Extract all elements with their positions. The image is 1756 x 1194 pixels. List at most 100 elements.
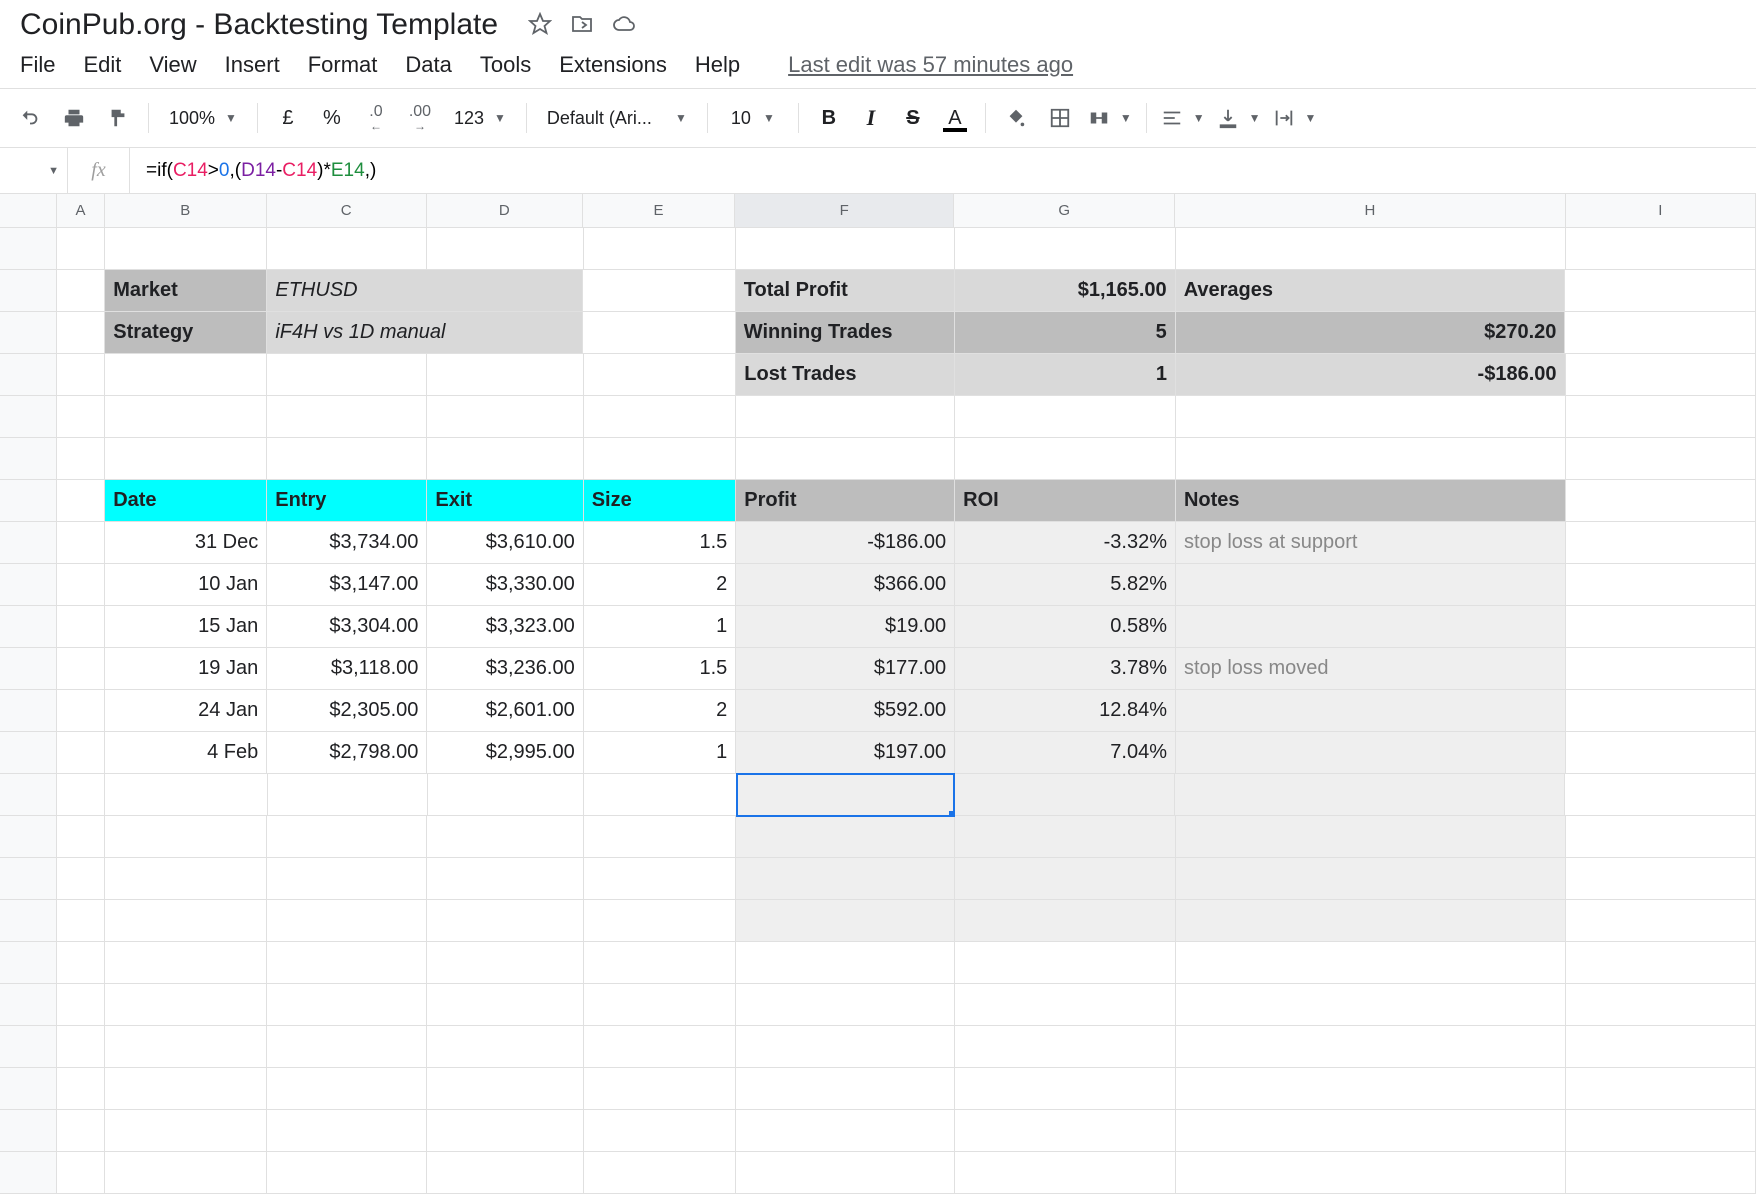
col-header[interactable]: G (954, 194, 1175, 227)
cell-exit[interactable]: $3,236.00 (427, 648, 583, 690)
text-wrap-dropdown[interactable]: ▼ (1269, 107, 1321, 129)
cell[interactable] (584, 396, 737, 438)
value-strategy[interactable]: iF4H vs 1D manual (267, 312, 583, 354)
cell[interactable] (583, 270, 736, 312)
paint-format-button[interactable] (98, 98, 138, 138)
cell[interactable] (105, 774, 267, 816)
cell[interactable] (955, 1026, 1176, 1068)
row-header[interactable] (0, 438, 57, 480)
row-header[interactable] (0, 1026, 57, 1068)
cell-size[interactable]: 2 (584, 564, 737, 606)
cell[interactable] (57, 1026, 105, 1068)
cell[interactable] (57, 900, 105, 942)
cell[interactable] (583, 312, 736, 354)
cell[interactable] (1176, 942, 1566, 984)
cell-date[interactable]: 31 Dec (105, 522, 267, 564)
value-market[interactable]: ETHUSD (267, 270, 583, 312)
cell[interactable] (427, 858, 583, 900)
row-header[interactable] (0, 900, 57, 942)
cell[interactable] (57, 858, 105, 900)
cell[interactable] (1565, 312, 1756, 354)
vertical-align-dropdown[interactable]: ▼ (1213, 107, 1265, 129)
print-button[interactable] (54, 98, 94, 138)
cell[interactable] (57, 606, 105, 648)
cell[interactable] (1565, 270, 1756, 312)
cell[interactable] (584, 1068, 737, 1110)
cell[interactable] (105, 396, 267, 438)
cell[interactable] (57, 648, 105, 690)
cell[interactable] (1176, 900, 1566, 942)
cell[interactable] (955, 1152, 1176, 1194)
cell-notes[interactable] (1176, 606, 1566, 648)
cell-profit[interactable]: $366.00 (736, 564, 955, 606)
cell[interactable] (955, 1068, 1176, 1110)
cell[interactable] (267, 984, 427, 1026)
value-lost-avg[interactable]: -$186.00 (1176, 354, 1566, 396)
cell[interactable] (1176, 1152, 1566, 1194)
select-all-corner[interactable] (0, 194, 57, 227)
italic-button[interactable]: I (851, 98, 891, 138)
cell[interactable] (736, 1110, 955, 1152)
cell-notes[interactable]: stop loss moved (1176, 648, 1566, 690)
cell[interactable] (57, 564, 105, 606)
cell[interactable] (584, 774, 737, 816)
cell[interactable] (267, 1026, 427, 1068)
cell[interactable] (427, 1068, 583, 1110)
cell[interactable] (736, 984, 955, 1026)
cell[interactable] (736, 1152, 955, 1194)
cell[interactable] (105, 816, 267, 858)
cell[interactable] (955, 816, 1176, 858)
row-header[interactable] (0, 648, 57, 690)
cell[interactable] (57, 942, 105, 984)
cell[interactable] (57, 690, 105, 732)
cell[interactable] (584, 228, 737, 270)
cell[interactable] (1566, 984, 1756, 1026)
cell[interactable] (1176, 1026, 1566, 1068)
cell[interactable] (57, 438, 105, 480)
cell-roi[interactable]: 3.78% (955, 648, 1176, 690)
menu-help[interactable]: Help (695, 52, 740, 78)
cell[interactable] (1566, 816, 1756, 858)
cell[interactable] (267, 354, 427, 396)
cell-notes[interactable]: stop loss at support (1176, 522, 1566, 564)
decrease-decimal-button[interactable]: .0 ← (356, 98, 396, 138)
cell[interactable] (1566, 1110, 1756, 1152)
fill-handle[interactable] (949, 811, 955, 817)
cell-roi[interactable]: 5.82% (955, 564, 1176, 606)
menu-view[interactable]: View (149, 52, 196, 78)
col-header[interactable]: E (583, 194, 735, 227)
active-cell[interactable] (736, 773, 955, 817)
cell[interactable] (736, 858, 955, 900)
th-entry[interactable]: Entry (267, 480, 427, 522)
cell[interactable] (267, 816, 427, 858)
cell[interactable] (584, 1152, 737, 1194)
move-icon[interactable] (570, 12, 594, 39)
row-header[interactable] (0, 858, 57, 900)
cell[interactable] (57, 984, 105, 1026)
fill-color-button[interactable] (996, 98, 1036, 138)
cell-entry[interactable]: $3,118.00 (267, 648, 427, 690)
value-total-profit[interactable]: $1,165.00 (955, 270, 1176, 312)
cell[interactable] (428, 774, 585, 816)
cell[interactable] (1176, 984, 1566, 1026)
cell-exit[interactable]: $3,323.00 (427, 606, 583, 648)
row-header[interactable] (0, 774, 57, 816)
th-notes[interactable]: Notes (1176, 480, 1566, 522)
row-header[interactable] (0, 564, 57, 606)
cell[interactable] (584, 438, 737, 480)
row-header[interactable] (0, 1110, 57, 1152)
cell[interactable] (955, 396, 1176, 438)
row-header[interactable] (0, 396, 57, 438)
cell[interactable] (105, 942, 267, 984)
cell[interactable] (1566, 1152, 1756, 1194)
cell[interactable] (584, 984, 737, 1026)
cell[interactable] (1176, 816, 1566, 858)
value-winning-count[interactable]: 5 (955, 312, 1176, 354)
cell[interactable] (57, 270, 105, 312)
row-header[interactable] (0, 690, 57, 732)
cell-notes[interactable] (1176, 690, 1566, 732)
col-header[interactable]: A (57, 194, 105, 227)
cell-date[interactable]: 4 Feb (105, 732, 267, 774)
borders-button[interactable] (1040, 98, 1080, 138)
label-total-profit[interactable]: Total Profit (736, 270, 955, 312)
